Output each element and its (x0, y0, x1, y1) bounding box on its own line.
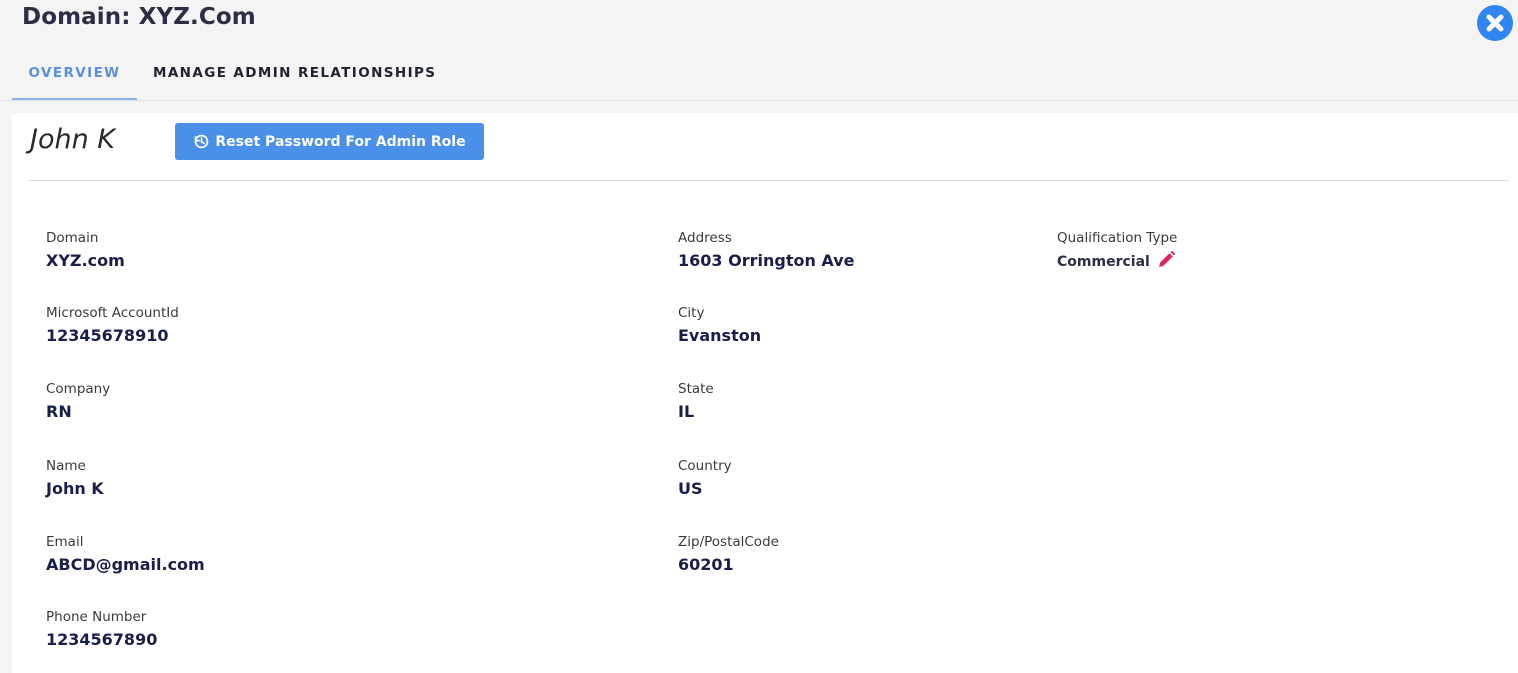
tab-manage-admin-relationships[interactable]: MANAGE ADMIN RELATIONSHIPS (153, 52, 436, 98)
reset-password-label: Reset Password For Admin Role (215, 133, 466, 150)
field-city: City Evanston (678, 305, 761, 345)
card-divider (29, 180, 1509, 181)
field-zip-postal-code: Zip/PostalCode 60201 (678, 534, 779, 574)
field-label: Qualification Type (1057, 230, 1178, 246)
tab-bar: OVERVIEW MANAGE ADMIN RELATIONSHIPS (12, 52, 1518, 101)
field-state: State IL (678, 381, 714, 421)
field-country: Country US (678, 458, 732, 498)
field-phone-number: Phone Number 1234567890 (46, 609, 157, 649)
close-button[interactable] (1477, 5, 1513, 41)
field-value: XYZ.com (46, 251, 125, 270)
field-label: Microsoft AccountId (46, 305, 179, 321)
field-value: 1603 Orrington Ave (678, 251, 855, 270)
field-value: 1234567890 (46, 630, 158, 649)
tabs-divider (0, 100, 1518, 101)
field-address: Address 1603 Orrington Ave (678, 230, 855, 270)
field-value: US (678, 479, 703, 498)
field-company: Company RN (46, 381, 110, 421)
qualification-value-row: Commercial (1057, 250, 1177, 274)
field-value: ABCD@gmail.com (46, 555, 205, 574)
field-qualification-type: Qualification Type Commercial (1057, 230, 1177, 274)
field-email: Email ABCD@gmail.com (46, 534, 205, 574)
field-value: 12345678910 (46, 326, 169, 345)
reset-password-button[interactable]: Reset Password For Admin Role (175, 123, 484, 160)
field-label: Email (46, 534, 84, 550)
field-label: Phone Number (46, 609, 147, 625)
qualification-type-value: Commercial (1057, 254, 1150, 270)
pencil-icon[interactable] (1156, 250, 1176, 274)
field-microsoft-account-id: Microsoft AccountId 12345678910 (46, 305, 179, 345)
field-label: City (678, 305, 705, 321)
page-header: Domain: XYZ.Com (0, 0, 1518, 44)
field-value: John K (46, 479, 104, 498)
field-label: Zip/PostalCode (678, 534, 779, 550)
field-value: Evanston (678, 326, 762, 345)
overview-card: John K Reset Password For Admin Role Dom… (12, 113, 1518, 673)
field-domain: Domain XYZ.com (46, 230, 125, 270)
field-name: Name John K (46, 458, 104, 498)
field-label: Country (678, 458, 732, 474)
field-value: RN (46, 402, 72, 421)
field-label: State (678, 381, 714, 397)
field-label: Domain (46, 230, 99, 246)
field-value: IL (678, 402, 695, 421)
reset-history-icon (195, 134, 209, 149)
field-label: Address (678, 230, 732, 246)
tab-overview[interactable]: OVERVIEW (12, 52, 137, 100)
user-name-heading: John K (30, 124, 115, 155)
field-value: 60201 (678, 555, 734, 574)
field-label: Company (46, 381, 111, 397)
field-label: Name (46, 458, 86, 474)
page-title: Domain: XYZ.Com (22, 4, 256, 30)
close-circle-icon (1486, 14, 1504, 32)
